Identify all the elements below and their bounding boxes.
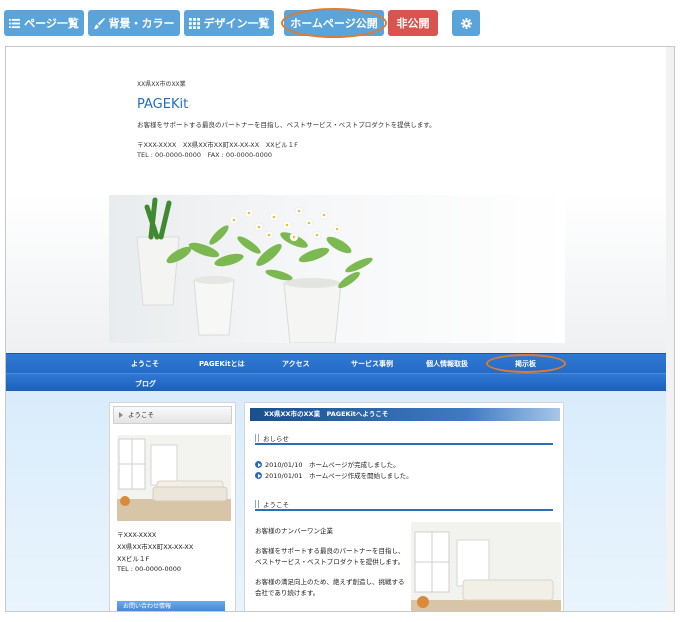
sidebar-address2: XXビル１F [117,555,150,563]
hero-image [109,195,565,343]
arrow-circle-icon [255,472,262,479]
sidebar-tel: TEL : 00-0000-0000 [117,565,182,573]
brush-icon [93,17,105,29]
news-item[interactable]: 2010/01/10 ホームページが完成しました。 [255,459,400,469]
arrow-circle-icon [255,461,262,468]
triangle-right-icon [119,412,123,418]
editor-toolbar: ページ一覧 背景・カラー デザイン一覧 ホームページ公開 非公開 [0,0,680,44]
news-heading: おしらせ [255,433,553,445]
nav-item-privacy[interactable]: 個人情報取扱 [426,359,468,369]
design-list-label: デザイン一覧 [203,17,270,30]
site-tagline: XX県XX市のXX業 [137,81,186,88]
site-description: お客様をサポートする最良のパートナーを目指し、ベストサービス・ベストプロダクトを… [137,121,436,129]
welcome-line: ベストサービス・ベストプロダクトを提供します。 [255,558,405,566]
preview-scrollbar[interactable] [666,47,674,611]
sidebar: ようこそ 〒XXX-XXXX XX県XX市XX町XX-XX-XX XXビル１F … [109,402,236,611]
list-icon [9,18,21,28]
design-list-button[interactable]: デザイン一覧 [184,10,274,36]
plants-illustration [136,197,373,343]
sidebar-heading-text: ようこそ [128,411,154,419]
contact-info-button[interactable]: お問い合わせ情報 [117,601,225,611]
publish-label: ホームページ公開 [290,17,378,30]
room-illustration [117,435,231,521]
site-preview-frame[interactable]: XX県XX市のXX業 PAGEKit お客様をサポートする最良のパートナーを目指… [5,46,675,612]
welcome-line: お客様をサポートする最良のパートナーを目指し、 [255,547,405,555]
unpublish-label: 非公開 [396,17,430,30]
nav-item-welcome[interactable]: ようこそ [131,359,159,369]
sidebar-heading: ようこそ [113,406,232,424]
settings-button[interactable] [452,10,480,36]
welcome-line: お客様のナンバーワン企業 [255,527,333,535]
page-list-button[interactable]: ページ一覧 [4,10,84,36]
news-date: 2010/01/01 [265,472,303,480]
sidebar-room-image [117,435,231,521]
main-title: XX県XX市のXX業 PAGEKitへようこそ [250,408,560,421]
news-text: ホームページが完成しました。 [308,461,400,469]
nav-item-about[interactable]: PAGEKitとは [199,359,245,369]
room-illustration [411,522,561,611]
nav-item-blog[interactable]: ブログ [135,379,156,389]
welcome-line: お客様の満足向上のため、絶えず創造し、挑戦する [255,578,405,586]
nav-item-cases[interactable]: サービス事例 [351,359,393,369]
nav-item-board[interactable]: 掲示板 [515,359,536,369]
sidebar-postal: 〒XXX-XXXX [117,531,157,539]
background-color-button[interactable]: 背景・カラー [88,10,180,36]
background-color-label: 背景・カラー [108,17,175,30]
main-room-image [411,522,561,611]
site-nav: ようこそ PAGEKitとは アクセス サービス事例 個人情報取扱 掲示板 ブロ… [6,353,666,392]
news-text: ホームページ作成を開始しました。 [308,472,413,480]
welcome-line: 会社であり続けます。 [255,589,320,597]
site-header: XX県XX市のXX業 PAGEKit お客様をサポートする最良のパートナーを目指… [6,47,666,195]
nav-item-access[interactable]: アクセス [282,359,310,369]
site-logo[interactable]: PAGEKit [137,97,188,112]
unpublish-button[interactable]: 非公開 [388,10,438,36]
welcome-heading-text: ようこそ [263,501,289,509]
heading-bar-icon [255,434,259,442]
site-tel-fax: TEL : 00-0000-0000 FAX : 00-0000-0000 [137,151,272,159]
welcome-heading: ようこそ [255,499,553,511]
heading-bar-icon [255,500,259,508]
publish-button[interactable]: ホームページ公開 [284,10,384,36]
site-address: 〒XXX-XXXX XX県XX市XX町XX-XX-XX XXビル１F [137,141,298,149]
news-item[interactable]: 2010/01/01 ホームページ作成を開始しました。 [255,470,413,480]
news-date: 2010/01/10 [265,461,303,469]
gear-icon [460,17,472,29]
news-heading-text: おしらせ [263,435,289,443]
sidebar-address1: XX県XX市XX町XX-XX-XX [117,543,194,551]
nav-second-row: ブログ [6,373,666,392]
main-content: XX県XX市のXX業 PAGEKitへようこそ おしらせ 2010/01/10 … [244,402,564,611]
page-list-label: ページ一覧 [24,17,79,30]
grid-icon [188,17,200,29]
